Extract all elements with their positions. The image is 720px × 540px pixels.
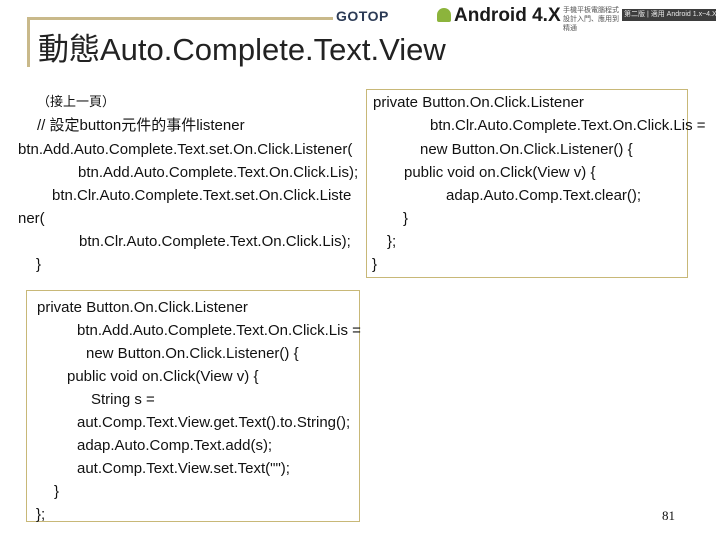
code-line: btn.Add.Auto.Complete.Text.set.On.Click.…	[18, 141, 353, 158]
code-line: new Button.On.Click.Listener() {	[86, 345, 299, 362]
code-line: adap.Auto.Comp.Text.add(s);	[77, 437, 273, 454]
code-line: btn.Clr.Auto.Complete.Text.On.Click.Lis)…	[79, 233, 351, 250]
book-logo: Android 4.X	[436, 4, 561, 28]
code-line: }	[372, 256, 378, 273]
title-rule-vertical	[27, 17, 30, 67]
book-title: Android 4.X	[454, 5, 561, 26]
code-line: btn.Add.Auto.Complete.Text.On.Click.Lis)…	[78, 164, 359, 181]
code-line: aut.Comp.Text.View.get.Text().to.String(…	[77, 414, 351, 431]
publisher-logo: GOTOP	[336, 4, 389, 28]
code-line: public void on.Click(View v) {	[67, 368, 259, 385]
publisher-name: GOTOP	[336, 8, 389, 24]
code-line: }	[54, 483, 60, 500]
code-line: private Button.On.Click.Listener	[37, 299, 248, 316]
code-line: };	[36, 506, 46, 523]
code-line: String s =	[91, 391, 155, 408]
code-line: （接上一頁）	[37, 95, 116, 110]
code-line: // 設定button元件的事件listener	[37, 117, 245, 134]
code-line: btn.Clr.Auto.Complete.Text.On.Click.Lis …	[430, 117, 706, 134]
code-line: private Button.On.Click.Listener	[373, 94, 584, 111]
title-rule-horizontal	[27, 17, 333, 20]
code-line: }	[36, 256, 42, 273]
code-line: new Button.On.Click.Listener() {	[420, 141, 633, 158]
slide-title: 動態Auto.Complete.Text.View	[38, 32, 446, 67]
code-line: };	[387, 233, 397, 250]
code-line: btn.Add.Auto.Complete.Text.On.Click.Lis …	[77, 322, 361, 339]
edition-strip: 第二版 | 適用 Android 1.x~4.X	[622, 9, 716, 21]
code-line: adap.Auto.Comp.Text.clear();	[446, 187, 642, 204]
code-line: ner(	[18, 210, 45, 227]
code-line: }	[403, 210, 409, 227]
code-line: aut.Comp.Text.View.set.Text("");	[77, 460, 290, 477]
page-number: 81	[662, 508, 675, 523]
code-line: btn.Clr.Auto.Complete.Text.set.On.Click.…	[52, 187, 352, 204]
code-line: public void on.Click(View v) {	[404, 164, 596, 181]
book-subtitle: 手機平板電腦程式設計入門、應用到精通	[563, 7, 619, 32]
